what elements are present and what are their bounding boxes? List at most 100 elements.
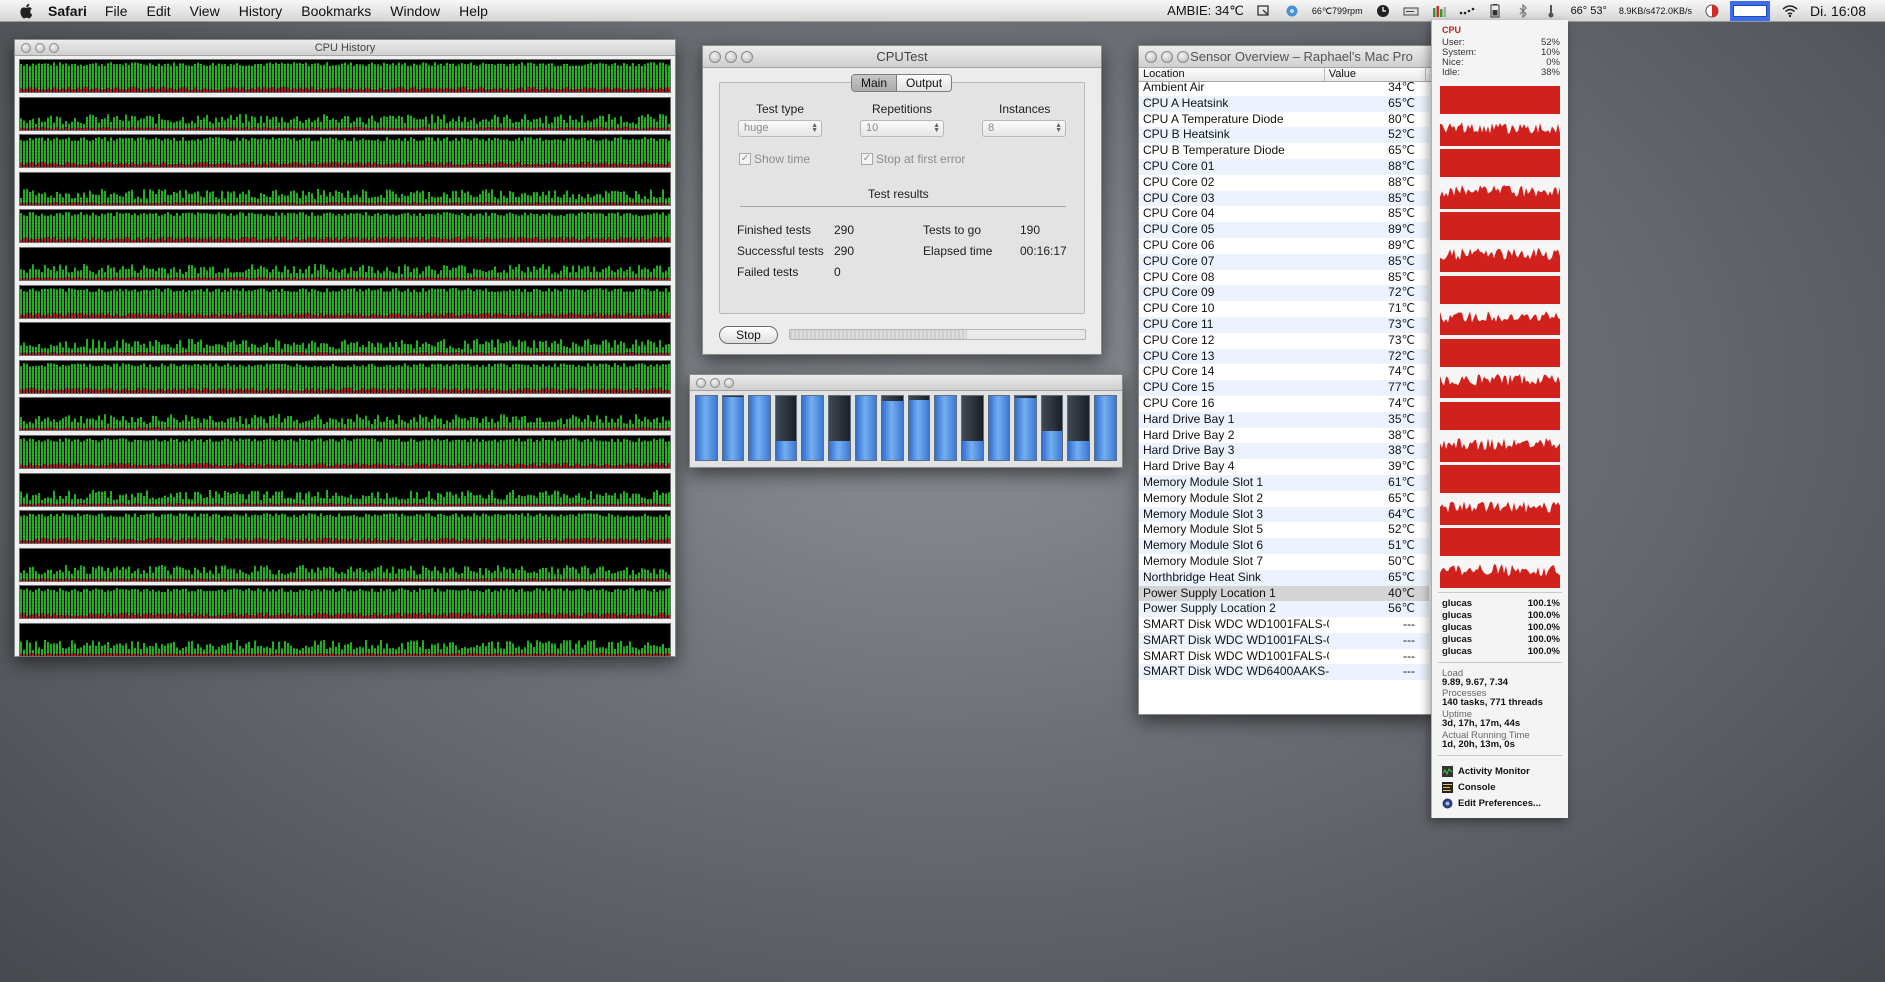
menu-file[interactable]: File	[105, 3, 128, 19]
sensor-row[interactable]: CPU Core 16 74℃	[1139, 396, 1429, 412]
sensor-row[interactable]: Memory Module Slot 1 61℃	[1139, 474, 1429, 491]
sensor-row[interactable]: CPU A Heatsink 65℃	[1139, 95, 1429, 112]
sensor-row[interactable]: CPU Core 04 85℃	[1139, 206, 1429, 222]
ambient-temp-readout[interactable]: AMBIE: 34℃	[1167, 3, 1244, 19]
minimize-button[interactable]	[725, 51, 737, 63]
sensor-row[interactable]: CPU B Heatsink 52℃	[1139, 127, 1429, 144]
battery-icon[interactable]	[1487, 4, 1503, 18]
sensor-row[interactable]: CPU Core 03 85℃	[1139, 190, 1429, 207]
sensor-row[interactable]: CPU Core 06 89℃	[1139, 238, 1429, 254]
sensor-row[interactable]: CPU Core 15 77℃	[1139, 380, 1429, 396]
cpu-menu-extra[interactable]	[1729, 1, 1770, 21]
tab-output[interactable]: Output	[897, 75, 952, 91]
sensor-row[interactable]: CPU A Temperature Diode 80℃	[1139, 112, 1429, 128]
sensor-value: 80℃	[1388, 111, 1415, 126]
minimize-button[interactable]	[35, 43, 45, 53]
menu-bookmarks[interactable]: Bookmarks	[301, 3, 371, 19]
dots-icon[interactable]	[1459, 4, 1475, 18]
sensor-row[interactable]: CPU Core 14 74℃	[1139, 364, 1429, 380]
stop-first-error-checkbox[interactable]: ✓ Stop at first error	[861, 152, 965, 166]
cpu-temp-readout[interactable]: 66° 53°	[1571, 5, 1607, 17]
sensor-row[interactable]: Northbridge Heat Sink 65℃	[1139, 569, 1429, 586]
sensor-value: ---	[1403, 617, 1415, 632]
sensor-row[interactable]: CPU Core 12 73℃	[1139, 333, 1429, 349]
clock-icon[interactable]	[1375, 4, 1391, 18]
disk-activity-icon[interactable]	[1403, 4, 1419, 18]
minimize-button[interactable]	[1161, 51, 1173, 63]
sensor-row[interactable]: SMART Disk WDC WD1001FALS-00 ---	[1139, 632, 1429, 649]
menu-window[interactable]: Window	[390, 3, 440, 19]
network-globe-icon[interactable]	[1284, 4, 1300, 18]
sensor-row[interactable]: Ambient Air 34℃	[1139, 80, 1429, 96]
sensor-row[interactable]: CPU Core 05 89℃	[1139, 222, 1429, 238]
menu-app-name[interactable]: Safari	[48, 3, 87, 19]
stop-button[interactable]: Stop	[719, 326, 778, 344]
sensor-row[interactable]: CPU Core 10 71℃	[1139, 301, 1429, 317]
sensor-row[interactable]: CPU Core 07 85℃	[1139, 253, 1429, 270]
sensor-overview-window: Sensor Overview – Raphael's Mac Pro Loca…	[1138, 45, 1437, 715]
sensor-row[interactable]: Memory Module Slot 7 50℃	[1139, 554, 1429, 570]
sensor-row[interactable]: CPU Core 13 72℃	[1139, 348, 1429, 365]
sensor-row[interactable]: CPU B Temperature Diode 65℃	[1139, 143, 1429, 159]
sensor-row[interactable]: CPU Core 02 88℃	[1139, 175, 1429, 191]
sensor-row[interactable]: CPU Core 01 88℃	[1139, 158, 1429, 175]
menu-view[interactable]: View	[190, 3, 220, 19]
sensor-row[interactable]: SMART Disk WDC WD6400AAKS-4 ---	[1139, 664, 1429, 681]
menu-edit[interactable]: Edit	[146, 3, 170, 19]
close-button[interactable]	[696, 378, 706, 388]
fan-rpm: 799rpm	[1332, 5, 1363, 16]
zoom-button[interactable]	[49, 43, 59, 53]
sensor-row[interactable]: Power Supply Location 2 56℃	[1139, 601, 1429, 618]
show-time-checkbox[interactable]: ✓ Show time	[739, 152, 810, 166]
wifi-icon[interactable]	[1782, 4, 1798, 18]
menu-activity-monitor[interactable]: Activity Monitor	[1442, 766, 1530, 777]
minimize-button[interactable]	[710, 378, 720, 388]
sensor-row[interactable]: Memory Module Slot 2 65℃	[1139, 491, 1429, 507]
sensor-value: 64℃	[1388, 506, 1415, 521]
close-button[interactable]	[709, 51, 721, 63]
sensor-row[interactable]: CPU Core 09 72℃	[1139, 285, 1429, 302]
repetitions-select[interactable]: 10 ▲ ▼	[860, 120, 944, 137]
sensor-row[interactable]: Memory Module Slot 5 52℃	[1139, 522, 1429, 538]
bars-titlebar[interactable]	[690, 375, 1122, 391]
menubar-clock[interactable]: Di. 16:08	[1810, 3, 1866, 19]
menu-help[interactable]: Help	[459, 3, 488, 19]
close-button[interactable]	[21, 43, 31, 53]
menu-console[interactable]: Console	[1442, 782, 1495, 793]
fan-readout[interactable]: 66℃ 799rpm	[1312, 5, 1363, 16]
cpu-history-graph	[19, 171, 671, 206]
test-type-select[interactable]: huge ▲ ▼	[738, 120, 822, 137]
zoom-button[interactable]	[741, 51, 753, 63]
instances-select[interactable]: 8 ▲ ▼	[982, 120, 1066, 137]
sensor-row[interactable]: SMART Disk WDC WD1001FALS-00 ---	[1139, 649, 1429, 665]
menu-edit-preferences[interactable]: Edit Preferences...	[1442, 798, 1541, 809]
sensor-row[interactable]: CPU Core 08 85℃	[1139, 270, 1429, 286]
sensor-row[interactable]: SMART Disk WDC WD1001FALS-00 ---	[1139, 617, 1429, 633]
memory-meter-icon[interactable]	[1431, 4, 1447, 18]
sensor-location: Memory Module Slot 5	[1143, 522, 1264, 537]
apple-icon[interactable]	[18, 2, 36, 20]
sensor-titlebar[interactable]: Sensor Overview – Raphael's Mac Pro	[1139, 46, 1434, 68]
bluetooth-icon[interactable]	[1515, 4, 1531, 18]
sensor-row[interactable]: Hard Drive Bay 2 38℃	[1139, 428, 1429, 444]
pie-gauge-icon[interactable]	[1704, 4, 1720, 18]
sensor-value: 38℃	[1388, 427, 1415, 442]
network-readout[interactable]: 8.9KB/s 472.0KB/s	[1619, 6, 1692, 16]
sensor-row[interactable]: CPU Core 11 73℃	[1139, 316, 1429, 333]
cpu-history-titlebar[interactable]: CPU History	[15, 40, 675, 56]
sensor-row[interactable]: Power Supply Location 1 40℃	[1139, 585, 1429, 602]
tab-main[interactable]: Main	[852, 75, 898, 91]
thermometer-icon[interactable]	[1543, 4, 1559, 18]
process-pct: 100.0%	[1527, 622, 1560, 633]
sensor-row[interactable]: Hard Drive Bay 1 35℃	[1139, 411, 1429, 428]
sensor-row[interactable]: Hard Drive Bay 3 38℃	[1139, 443, 1429, 460]
menu-history[interactable]: History	[239, 3, 283, 19]
sensor-row[interactable]: Hard Drive Bay 4 39℃	[1139, 459, 1429, 475]
zoom-button[interactable]	[724, 378, 734, 388]
cputest-titlebar[interactable]: CPUTest	[703, 46, 1101, 68]
zoom-button[interactable]	[1177, 51, 1189, 63]
sync-icon[interactable]	[1256, 4, 1272, 18]
close-button[interactable]	[1145, 51, 1157, 63]
sensor-row[interactable]: Memory Module Slot 6 51℃	[1139, 538, 1429, 554]
sensor-row[interactable]: Memory Module Slot 3 64℃	[1139, 506, 1429, 523]
